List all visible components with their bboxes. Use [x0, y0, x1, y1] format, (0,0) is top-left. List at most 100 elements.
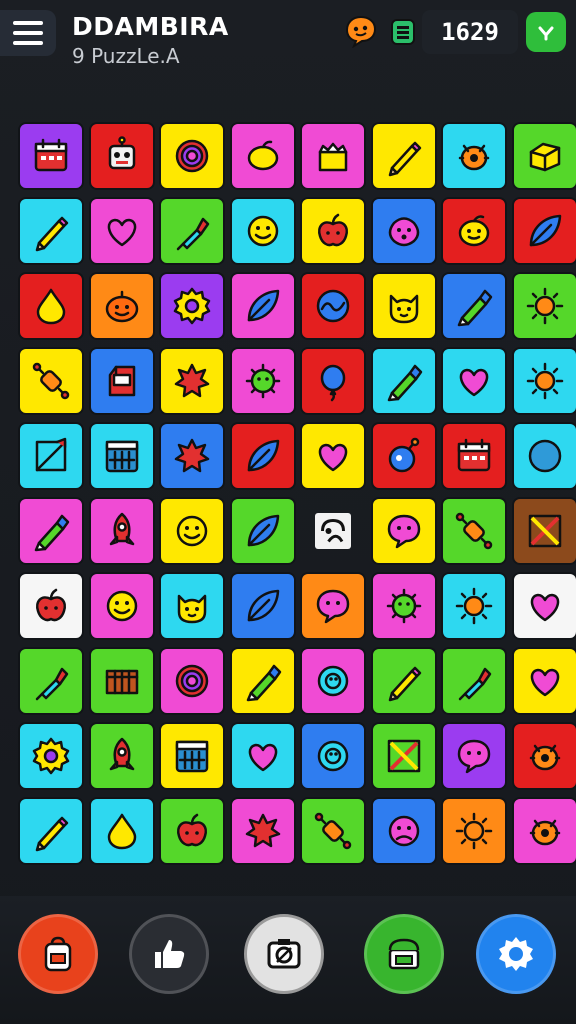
sun-icon [455, 587, 493, 625]
puzzle-tile[interactable] [441, 347, 507, 415]
puzzle-tile[interactable] [88, 272, 155, 340]
puzzle-tile[interactable] [511, 422, 576, 490]
puzzle-tile[interactable] [511, 647, 576, 715]
puzzle-tile[interactable] [159, 422, 225, 490]
puzzle-tile[interactable] [18, 647, 84, 715]
puzzle-tile[interactable] [159, 497, 225, 565]
puzzle-tile[interactable] [88, 722, 155, 790]
backpack-button[interactable] [18, 914, 98, 994]
empty-tile[interactable] [300, 497, 366, 565]
puzzle-tile[interactable] [511, 347, 576, 415]
block-icon [529, 142, 560, 172]
thumbs-up-button[interactable] [129, 914, 209, 994]
puzzle-tile[interactable] [18, 272, 84, 340]
puzzle-tile[interactable] [229, 797, 296, 865]
store-button[interactable] [364, 914, 444, 994]
puzzle-tile[interactable] [300, 197, 366, 265]
chat-bubble-icon[interactable] [344, 14, 378, 49]
puzzle-tile[interactable] [441, 797, 507, 865]
cat-face-icon [177, 594, 207, 624]
puzzle-tile[interactable] [511, 197, 576, 265]
puzzle-tile[interactable] [159, 197, 225, 265]
puzzle-tile[interactable] [441, 497, 507, 565]
puzzle-tile[interactable] [441, 122, 507, 190]
puzzle-tile[interactable] [229, 722, 296, 790]
puzzle-tile[interactable] [159, 572, 225, 640]
puzzle-tile[interactable] [159, 347, 225, 415]
puzzle-tile[interactable] [370, 797, 437, 865]
puzzle-tile[interactable] [300, 722, 366, 790]
puzzle-tile[interactable] [229, 197, 296, 265]
puzzle-tile[interactable] [18, 572, 84, 640]
puzzle-tile[interactable] [511, 722, 576, 790]
puzzle-tile[interactable] [18, 797, 84, 865]
puzzle-tile[interactable] [88, 497, 155, 565]
puzzle-tile[interactable] [159, 797, 225, 865]
puzzle-tile[interactable] [370, 197, 437, 265]
puzzle-tile[interactable] [441, 272, 507, 340]
puzzle-tile[interactable] [88, 347, 155, 415]
puzzle-tile[interactable] [229, 647, 296, 715]
settings-button[interactable] [476, 914, 556, 994]
splat-icon [174, 363, 210, 398]
puzzle-tile[interactable] [88, 197, 155, 265]
puzzle-tile[interactable] [88, 122, 155, 190]
puzzle-tile[interactable] [18, 722, 84, 790]
puzzle-tile[interactable] [229, 497, 296, 565]
puzzle-tile[interactable] [300, 272, 366, 340]
puzzle-tile[interactable] [159, 722, 225, 790]
puzzle-tile[interactable] [511, 497, 576, 565]
puzzle-tile[interactable] [370, 422, 437, 490]
puzzle-tile[interactable] [300, 572, 366, 640]
puzzle-tile[interactable] [441, 422, 507, 490]
camera-button[interactable] [244, 914, 324, 994]
puzzle-tile[interactable] [88, 422, 155, 490]
puzzle-tile[interactable] [229, 347, 296, 415]
smiley-icon [106, 590, 137, 622]
puzzle-tile[interactable] [370, 647, 437, 715]
puzzle-tile[interactable] [370, 722, 437, 790]
puzzle-tile[interactable] [300, 647, 366, 715]
puzzle-tile[interactable] [229, 422, 296, 490]
puzzle-tile[interactable] [300, 422, 366, 490]
game-title: DDAMBIRA [72, 12, 229, 41]
puzzle-tile[interactable] [370, 497, 437, 565]
puzzle-tile[interactable] [88, 647, 155, 715]
puzzle-tile[interactable] [18, 122, 84, 190]
battery-icon[interactable] [390, 18, 416, 46]
crossed-tools-icon [528, 514, 561, 548]
puzzle-tile[interactable] [441, 647, 507, 715]
puzzle-tile[interactable] [511, 572, 576, 640]
puzzle-tile[interactable] [229, 122, 296, 190]
puzzle-tile[interactable] [18, 347, 84, 415]
puzzle-tile[interactable] [441, 197, 507, 265]
puzzle-tile[interactable] [370, 122, 437, 190]
puzzle-tile[interactable] [18, 197, 84, 265]
puzzle-tile[interactable] [159, 272, 225, 340]
puzzle-tile[interactable] [511, 122, 576, 190]
check-button[interactable] [526, 12, 566, 52]
puzzle-tile[interactable] [370, 347, 437, 415]
gear-icon [499, 937, 533, 971]
puzzle-tile[interactable] [18, 422, 84, 490]
puzzle-tile[interactable] [229, 572, 296, 640]
puzzle-tile[interactable] [159, 122, 225, 190]
puzzle-tile[interactable] [441, 572, 507, 640]
puzzle-tile[interactable] [370, 272, 437, 340]
puzzle-tile[interactable] [511, 272, 576, 340]
puzzle-tile[interactable] [441, 722, 507, 790]
puzzle-tile[interactable] [300, 122, 366, 190]
puzzle-tile[interactable] [300, 797, 366, 865]
puzzle-tile[interactable] [370, 572, 437, 640]
puzzle-tile[interactable] [511, 797, 576, 865]
puzzle-tile[interactable] [88, 572, 155, 640]
puzzle-tile[interactable] [18, 497, 84, 565]
puzzle-tile[interactable] [300, 347, 366, 415]
check-icon [538, 26, 554, 41]
puzzle-tile[interactable] [229, 272, 296, 340]
hamburger-menu-icon[interactable] [0, 10, 56, 56]
sun-icon [526, 362, 563, 400]
puzzle-tile[interactable] [159, 647, 225, 715]
puzzle-tile[interactable] [88, 797, 155, 865]
leaf-icon [247, 289, 279, 322]
